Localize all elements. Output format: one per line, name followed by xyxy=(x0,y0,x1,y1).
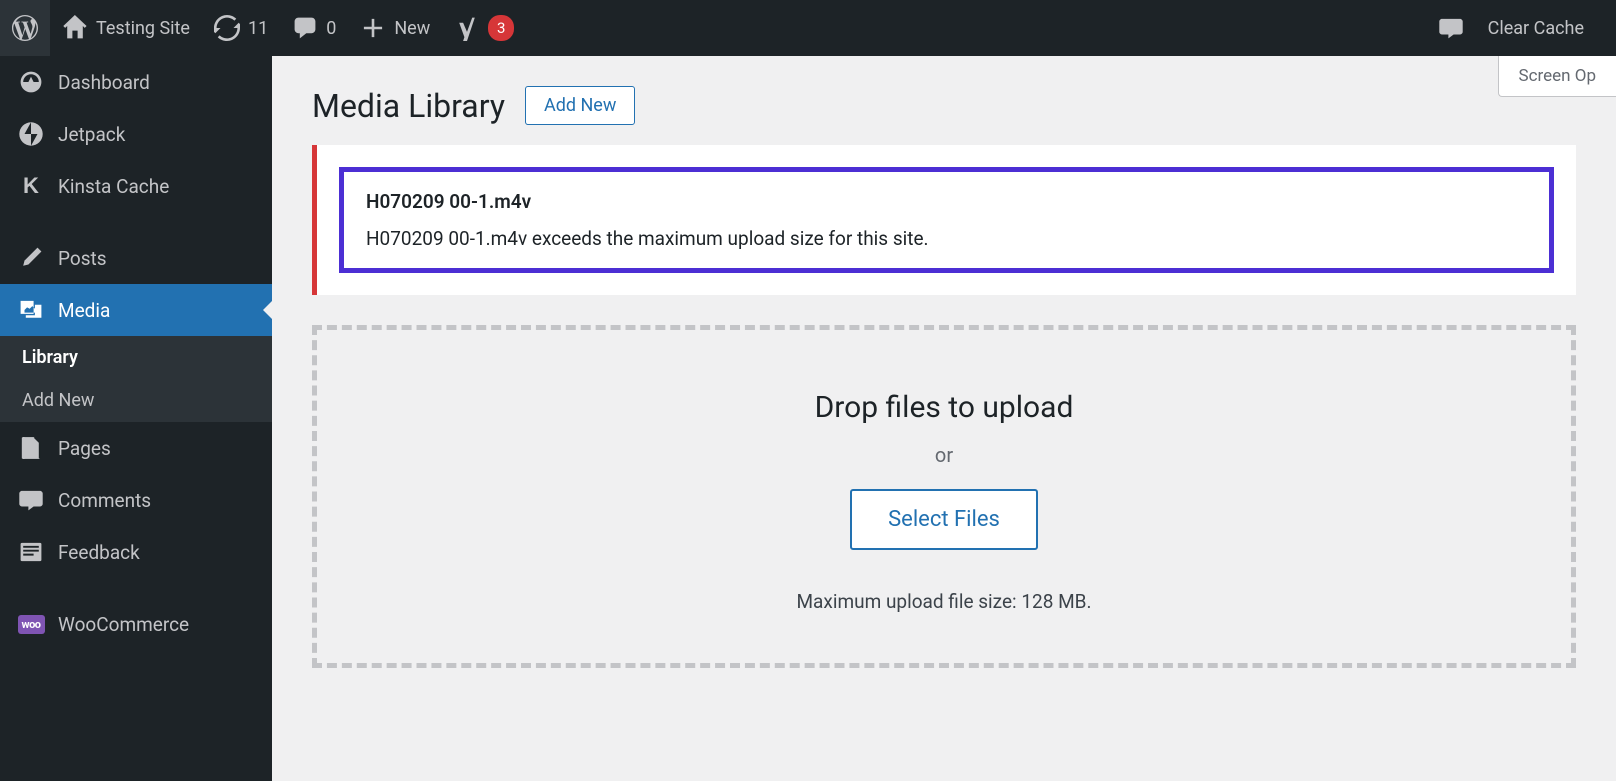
site-name: Testing Site xyxy=(96,18,190,39)
kinsta-label: Kinsta Cache xyxy=(58,175,169,198)
comments-sidebar-icon xyxy=(18,487,44,513)
posts-icon xyxy=(18,245,44,271)
dashboard-icon xyxy=(18,69,44,95)
sidebar-comments[interactable]: Comments xyxy=(0,474,272,526)
notifications[interactable] xyxy=(1426,0,1476,56)
updates[interactable]: 11 xyxy=(202,0,280,56)
admin-bar-right: Clear Cache xyxy=(1426,0,1616,56)
new-content[interactable]: New xyxy=(348,0,442,56)
yoast[interactable]: 3 xyxy=(442,0,526,56)
page-header: Media Library Add New xyxy=(272,56,1616,145)
yoast-badge: 3 xyxy=(488,15,514,41)
submenu-library[interactable]: Library xyxy=(0,336,272,379)
clear-cache-label: Clear Cache xyxy=(1488,18,1584,39)
jetpack-label: Jetpack xyxy=(58,123,125,146)
kinsta-icon: K xyxy=(18,173,44,199)
screen-options-tab[interactable]: Screen Op xyxy=(1498,56,1616,97)
home-icon xyxy=(62,15,88,41)
sidebar-kinsta[interactable]: K Kinsta Cache xyxy=(0,160,272,212)
feedback-label: Feedback xyxy=(58,541,140,564)
main-content: Screen Op Media Library Add New H070209 … xyxy=(272,56,1616,668)
submenu-add-new[interactable]: Add New xyxy=(0,379,272,422)
yoast-icon xyxy=(454,15,480,41)
error-highlight: H070209 00-1.m4v H070209 00-1.m4v exceed… xyxy=(339,167,1554,273)
upload-limit: Maximum upload file size: 128 MB. xyxy=(357,590,1531,613)
sidebar-jetpack[interactable]: Jetpack xyxy=(0,108,272,160)
error-message: H070209 00-1.m4v exceeds the maximum upl… xyxy=(366,227,1527,250)
site-home[interactable]: Testing Site xyxy=(50,0,202,56)
admin-sidebar: Dashboard Jetpack K Kinsta Cache Posts M… xyxy=(0,56,272,781)
feedback-icon xyxy=(18,539,44,565)
comment-icon xyxy=(292,15,318,41)
updates-count: 11 xyxy=(248,18,268,39)
menu-separator xyxy=(0,212,272,232)
dashboard-label: Dashboard xyxy=(58,71,150,94)
new-label: New xyxy=(394,18,430,39)
clear-cache[interactable]: Clear Cache xyxy=(1476,0,1596,56)
media-label: Media xyxy=(58,299,110,322)
media-submenu: Library Add New xyxy=(0,336,272,422)
woocommerce-label: WooCommerce xyxy=(58,613,189,636)
comments-count: 0 xyxy=(326,18,336,39)
media-icon xyxy=(18,297,44,323)
menu-separator xyxy=(0,578,272,598)
sidebar-media[interactable]: Media xyxy=(0,284,272,336)
page-title: Media Library xyxy=(312,87,505,125)
select-files-button[interactable]: Select Files xyxy=(850,489,1038,550)
add-new-button[interactable]: Add New xyxy=(525,86,635,125)
comments[interactable]: 0 xyxy=(280,0,348,56)
sidebar-pages[interactable]: Pages xyxy=(0,422,272,474)
pages-icon xyxy=(18,435,44,461)
admin-bar-left: Testing Site 11 0 New 3 xyxy=(0,0,526,56)
upload-error-notice: H070209 00-1.m4v H070209 00-1.m4v exceed… xyxy=(312,145,1576,295)
admin-bar: Testing Site 11 0 New 3 Clear Cache xyxy=(0,0,1616,56)
posts-label: Posts xyxy=(58,247,107,270)
woocommerce-icon: woo xyxy=(18,611,44,637)
upload-dropzone[interactable]: Drop files to upload or Select Files Max… xyxy=(312,325,1576,668)
notification-icon xyxy=(1438,15,1464,41)
sidebar-posts[interactable]: Posts xyxy=(0,232,272,284)
comments-label: Comments xyxy=(58,489,151,512)
upload-or: or xyxy=(357,443,1531,467)
jetpack-icon xyxy=(18,121,44,147)
wordpress-logo-icon xyxy=(12,15,38,41)
sidebar-feedback[interactable]: Feedback xyxy=(0,526,272,578)
upload-title: Drop files to upload xyxy=(357,390,1531,425)
updates-icon xyxy=(214,15,240,41)
wordpress-logo[interactable] xyxy=(0,0,50,56)
sidebar-dashboard[interactable]: Dashboard xyxy=(0,56,272,108)
pages-label: Pages xyxy=(58,437,111,460)
plus-icon xyxy=(360,15,386,41)
sidebar-woocommerce[interactable]: woo WooCommerce xyxy=(0,598,272,650)
error-filename: H070209 00-1.m4v xyxy=(366,190,1527,213)
